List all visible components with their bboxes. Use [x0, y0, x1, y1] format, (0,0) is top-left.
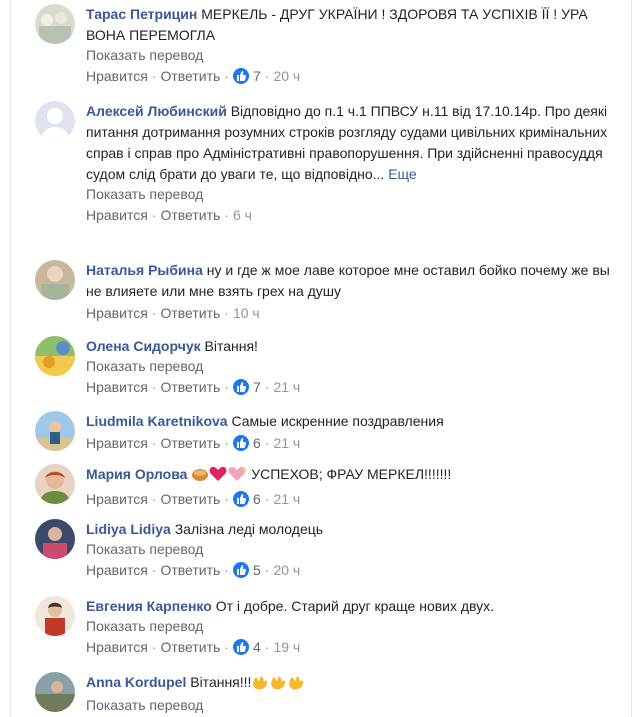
like-link[interactable]: Нравится — [86, 491, 148, 507]
avatar[interactable] — [35, 260, 75, 300]
like-link[interactable]: Нравится — [86, 562, 148, 578]
comment-author[interactable]: Евгения Карпенко — [86, 598, 212, 614]
comment-actions: Нравится · Ответить · 7 · 21 ч — [86, 379, 301, 395]
like-link[interactable]: Нравится — [86, 379, 148, 395]
show-translation-link[interactable]: Показать перевод — [86, 185, 610, 204]
avatar[interactable] — [35, 411, 75, 451]
thumbs-up-icon — [232, 491, 249, 507]
reply-link[interactable]: Ответить — [160, 207, 220, 223]
avatar[interactable] — [35, 4, 75, 44]
show-translation-link[interactable]: Показать перевод — [86, 46, 610, 65]
like-count[interactable]: 7 — [253, 379, 261, 395]
reply-link[interactable]: Ответить — [160, 639, 220, 655]
comment-text: Залізна леді молодець — [174, 521, 324, 537]
comment-actions: Нравится · Ответить · 10 ч — [86, 305, 260, 321]
comment-author[interactable]: Liudmila Karetnikova — [86, 413, 228, 429]
comment-actions: Нравится · Ответить · 6 · 21 ч — [86, 435, 301, 451]
show-translation-link[interactable]: Показать перевод — [86, 617, 610, 636]
sparkling-heart-emoji-icon — [227, 466, 248, 488]
like-count[interactable]: 6 — [253, 435, 261, 451]
comment-author[interactable]: Алексей Любинский — [86, 103, 227, 119]
like-link[interactable]: Нравится — [86, 435, 148, 451]
avatar[interactable] — [35, 101, 75, 141]
comment-actions: Нравится · Ответить · 7 · 20 ч — [86, 68, 301, 84]
clapping-hands-emoji-icon — [287, 674, 305, 696]
reply-link[interactable]: Ответить — [160, 68, 220, 84]
reply-link[interactable]: Ответить — [160, 491, 220, 507]
show-translation-link[interactable]: Показать перевод — [86, 696, 610, 715]
clapping-hands-emoji-icon — [251, 674, 269, 696]
comment-actions: Нравится · Ответить · 6 · 21 ч — [86, 491, 301, 507]
reply-link[interactable]: Ответить — [160, 435, 220, 451]
thumbs-up-icon — [232, 639, 249, 655]
comment-time[interactable]: 21 ч — [273, 379, 300, 395]
thumbs-up-icon — [232, 435, 249, 451]
like-link[interactable]: Нравится — [86, 207, 148, 223]
reply-link[interactable]: Ответить — [160, 305, 220, 321]
comment-author[interactable]: Наталья Рыбина — [86, 262, 203, 278]
thumbs-up-icon — [232, 562, 249, 578]
avatar[interactable] — [35, 596, 75, 636]
comment-author[interactable]: Тарас Петрицин — [86, 6, 197, 22]
comment-time[interactable]: 21 ч — [273, 435, 300, 451]
see-more-link[interactable]: Еще — [388, 166, 417, 182]
comments-panel: Тарас Петрицин МЕРКЕЛЬ - ДРУГ УКРАЇНИ ! … — [10, 0, 632, 717]
like-link[interactable]: Нравится — [86, 68, 148, 84]
like-count[interactable]: 4 — [253, 639, 261, 655]
bread-emoji-icon — [191, 466, 209, 488]
reply-link[interactable]: Ответить — [160, 562, 220, 578]
comment-text: Вітання!!! — [190, 674, 252, 690]
reply-link[interactable]: Ответить — [160, 379, 220, 395]
comment-time[interactable]: 20 ч — [273, 68, 300, 84]
thumbs-up-icon — [232, 68, 249, 84]
comment-time[interactable]: 19 ч — [273, 639, 300, 655]
comment-actions: Нравится · Ответить · 4 · 19 ч — [86, 639, 301, 655]
comment-time[interactable]: 6 ч — [233, 207, 252, 223]
comment-author[interactable]: Anna Kordupel — [86, 674, 186, 690]
heart-emoji-icon — [209, 466, 227, 488]
show-translation-link[interactable]: Показать перевод — [86, 540, 610, 559]
like-count[interactable]: 5 — [253, 562, 261, 578]
like-link[interactable]: Нравится — [86, 305, 148, 321]
comment-author[interactable]: Олена Сидорчук — [86, 338, 201, 354]
comment-time[interactable]: 10 ч — [233, 305, 260, 321]
clapping-hands-emoji-icon — [269, 674, 287, 696]
comment-text: От і добре. Старий друг краще нових двух… — [215, 598, 495, 614]
show-translation-link[interactable]: Показать перевод — [86, 357, 610, 376]
avatar[interactable] — [35, 464, 75, 504]
comment-text: УСПЕХОВ; ФРАУ МЕРКЕЛ!!!!!!! — [251, 466, 452, 482]
comment-author[interactable]: Мария Орлова — [86, 466, 187, 482]
comment-time[interactable]: 20 ч — [273, 562, 300, 578]
comment-text: Самые искренние поздравления — [231, 413, 444, 429]
comment-author[interactable]: Lidiya Lidiya — [86, 521, 171, 537]
thumbs-up-icon — [232, 379, 249, 395]
comment-time[interactable]: 21 ч — [273, 491, 300, 507]
comment-text: Вітання! — [204, 338, 258, 354]
avatar[interactable] — [35, 519, 75, 559]
avatar[interactable] — [35, 336, 75, 376]
comment-actions: Нравится · Ответить · 6 ч — [86, 207, 252, 223]
like-count[interactable]: 6 — [253, 491, 261, 507]
like-count[interactable]: 7 — [253, 68, 261, 84]
avatar[interactable] — [35, 672, 75, 712]
like-link[interactable]: Нравится — [86, 639, 148, 655]
comment-actions: Нравится · Ответить · 5 · 20 ч — [86, 562, 301, 578]
